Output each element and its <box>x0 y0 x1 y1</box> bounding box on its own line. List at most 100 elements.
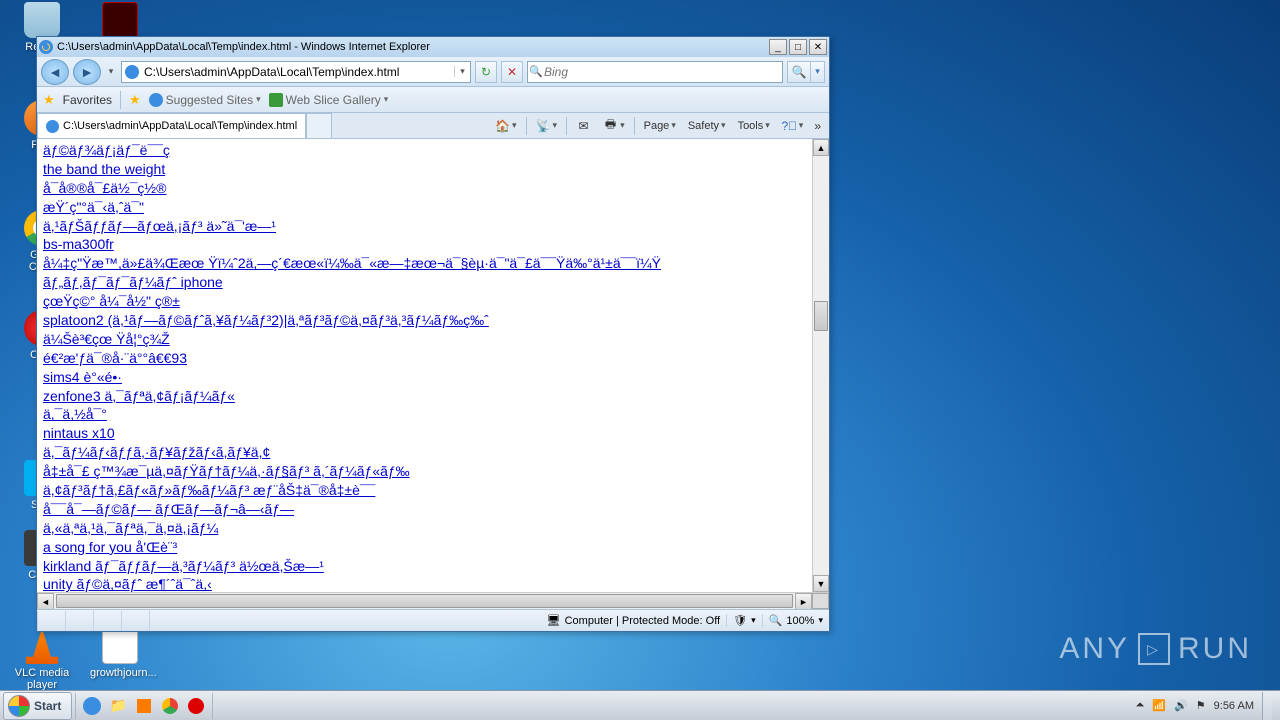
zoom-icon: 🔍 <box>769 614 783 627</box>
tab-favicon <box>46 120 59 133</box>
close-button[interactable]: ✕ <box>809 39 827 55</box>
hscroll-thumb[interactable] <box>56 594 793 608</box>
page-link[interactable]: ä,¢ãƒ³ãƒ†ã,£ãƒ«ãƒ»ãƒ‰ãƒ¼ãƒ³ æƒ¨åŠ‡ä¯®å‡±… <box>43 481 806 500</box>
forward-button[interactable]: ► <box>73 59 101 85</box>
tab-bar: C:\Users\admin\AppData\Local\Temp\index.… <box>37 113 829 139</box>
protected-mode-indicator[interactable]: 🛡▾ <box>726 614 762 627</box>
page-menu[interactable]: Page▾ <box>641 118 679 134</box>
page-link[interactable]: nintaus x10 <box>43 424 806 443</box>
page-link[interactable]: sims4 è°«é•· <box>43 368 806 387</box>
content-area: äƒ©äƒ¾äƒ¡äƒ¯ë¯¯çthe band the weightå¯å®®… <box>37 139 829 592</box>
tab-active[interactable]: C:\Users\admin\AppData\Local\Temp\index.… <box>37 113 306 138</box>
quick-launch: 📁 <box>75 693 213 719</box>
new-tab-button[interactable] <box>306 113 332 138</box>
scroll-right-button[interactable]: ► <box>795 593 812 610</box>
tray-expand-icon[interactable]: ⏶ <box>1136 699 1145 712</box>
refresh-button[interactable]: ↻ <box>475 61 497 83</box>
page-link[interactable]: ä,«ä,ªä,¹ä,¯ãƒªä,¯ä,¤ä,¡ãƒ¼ <box>43 519 806 538</box>
page-link[interactable]: é€²æ'ƒä¯®å·¨ä°°â€€93 <box>43 349 806 368</box>
readmail-button[interactable]: ✉ <box>573 116 594 135</box>
nav-history-dropdown[interactable]: ▾ <box>105 66 117 77</box>
address-dropdown[interactable]: ▾ <box>454 66 470 77</box>
page-link[interactable]: ãƒ„ãƒ,ãƒ¯ãƒ¯ãƒ¼ãƒˆ iphone <box>43 273 806 292</box>
address-input[interactable] <box>142 65 454 79</box>
window-title: C:\Users\admin\AppData\Local\Temp\index.… <box>57 41 769 53</box>
page-link[interactable]: ä,¯ä,½å¯° <box>43 405 806 424</box>
favorites-star-icon[interactable]: ★ <box>43 92 55 108</box>
start-button[interactable]: Start <box>3 692 72 720</box>
page-link[interactable]: a song for you å'Œè¨³ <box>43 538 806 557</box>
ql-vlc[interactable] <box>132 694 156 718</box>
page-link[interactable]: çœŸç©° å¼¯å½" ç®± <box>43 292 806 311</box>
titlebar[interactable]: C:\Users\admin\AppData\Local\Temp\index.… <box>37 37 829 57</box>
scroll-thumb[interactable] <box>814 301 828 331</box>
ql-chrome[interactable] <box>158 694 182 718</box>
zoom-control[interactable]: 🔍100%▾ <box>762 614 829 627</box>
print-button[interactable]: 🖶▾ <box>600 116 628 135</box>
search-provider-icon: 🔍 <box>528 65 544 78</box>
desktop-icon-document[interactable]: growthjourn... <box>90 628 150 679</box>
help-button[interactable]: ?⃝▾ <box>779 116 807 135</box>
ql-opera[interactable] <box>184 694 208 718</box>
help-icon: ?⃝ <box>782 118 797 133</box>
windows-orb-icon <box>8 695 30 717</box>
tray-flag-icon[interactable]: ⚑ <box>1196 699 1206 712</box>
favorites-label[interactable]: Favorites <box>63 93 112 107</box>
page-link[interactable]: ä,¯ãƒ¼ãƒ‹ãƒƒã,·ãƒ¥ãƒžãƒ‹ã,ãƒ¥ä,¢ <box>43 443 806 462</box>
page-link[interactable]: zenfone3 ä,¯ãƒªä,¢ãƒ¡ãƒ¼ãƒ« <box>43 387 806 406</box>
page-link[interactable]: ä¼Šè³€çœ Ÿå¦°ç¾Ž <box>43 330 806 349</box>
security-zone[interactable]: 🖥 Computer | Protected Mode: Off <box>541 614 726 627</box>
page-link[interactable]: unity ãƒ©ä,¤ãƒˆ æ¶´ˆä¯ˆä,‹ <box>43 575 806 592</box>
page-link[interactable]: æŸ´ç"°ä¯‹ä,ˆä¯" <box>43 198 806 217</box>
scroll-up-button[interactable]: ▲ <box>813 139 829 156</box>
ql-explorer[interactable]: 📁 <box>106 694 130 718</box>
scroll-corner <box>812 593 829 609</box>
tools-menu[interactable]: Tools▾ <box>735 118 773 134</box>
maximize-button[interactable]: □ <box>789 39 807 55</box>
page-link[interactable]: the band the weight <box>43 160 806 179</box>
page-link[interactable]: äƒ©äƒ¾äƒ¡äƒ¯ë¯¯ç <box>43 141 806 160</box>
favorites-bar: ★ Favorites ★ Suggested Sites▾ Web Slice… <box>37 87 829 113</box>
show-desktop-button[interactable] <box>1262 692 1272 720</box>
page-link[interactable]: å¯¯å¯—ãƒ©ãƒ— ãƒŒãƒ—ãƒ¬â—‹ãƒ— <box>43 500 806 519</box>
scroll-track[interactable] <box>813 156 829 575</box>
home-button[interactable]: 🏠▾ <box>492 116 520 135</box>
tray-sound-icon[interactable]: 🔊 <box>1174 699 1188 712</box>
tray-clock[interactable]: 9:56 AM <box>1214 700 1254 712</box>
rss-icon: 📡 <box>536 118 551 133</box>
search-input[interactable] <box>544 65 782 79</box>
scroll-left-button[interactable]: ◄ <box>37 593 54 610</box>
toolbar-overflow[interactable]: » <box>812 119 823 133</box>
ie-small-icon <box>149 93 163 107</box>
search-dropdown[interactable]: ▾ <box>811 61 825 83</box>
back-button[interactable]: ◄ <box>41 59 69 85</box>
ql-ie[interactable] <box>80 694 104 718</box>
minimize-button[interactable]: _ <box>769 39 787 55</box>
page-link[interactable]: å¼‡ç"Ÿæ™,ä»£ä¾Œæœ Ÿï¼ˆ2ä,—ç´€æœ«ï¼‰ä¯«æ—… <box>43 254 806 273</box>
web-slice-gallery-button[interactable]: Web Slice Gallery▾ <box>269 93 389 107</box>
page-link[interactable]: å¯å®®å¯£ä½¯ç½® <box>43 179 806 198</box>
search-bar[interactable]: 🔍 <box>527 61 783 83</box>
webslice-icon <box>269 93 283 107</box>
tray-network-icon[interactable]: 📶 <box>1152 699 1166 712</box>
scroll-down-button[interactable]: ▼ <box>813 575 829 592</box>
page-link[interactable]: ä,¹ãƒŠãƒƒãƒ—ãƒœä,¡ãƒ³ ä»˜ä¯'æ—¹ <box>43 217 806 236</box>
page-icon <box>125 65 139 79</box>
rss-button[interactable]: 📡▾ <box>533 116 561 135</box>
safety-menu[interactable]: Safety▾ <box>685 118 729 134</box>
mail-icon: ✉ <box>576 118 591 133</box>
suggested-sites-button[interactable]: Suggested Sites▾ <box>149 93 261 107</box>
horizontal-scrollbar[interactable]: ◄ ► <box>37 592 829 609</box>
stop-button[interactable]: ✕ <box>501 61 523 83</box>
page-link[interactable]: å‡±å¯£ ç™¾æ¯µä,¤ãƒŸãƒ†ãƒ¼ä,·ãƒ§ãƒ³ ã,´ãƒ… <box>43 462 806 481</box>
page-link[interactable]: splatoon2 (ä,¹ãƒ—ãƒ©ãƒˆã,¥ãƒ¼ãƒ³2)|ä,ªãƒ… <box>43 311 806 330</box>
page-link[interactable]: bs-ma300fr <box>43 235 806 254</box>
anyrun-watermark: ANY ▷ RUN <box>1059 632 1252 666</box>
add-favorite-icon[interactable]: ★ <box>129 92 141 108</box>
address-bar[interactable]: ▾ <box>121 61 471 83</box>
ie-icon <box>39 40 53 54</box>
page-link[interactable]: kirkland ãƒ¯ãƒƒãƒ—ä,³ãƒ¼ãƒ³ ä½œä,Šæ—¹ <box>43 557 806 576</box>
vertical-scrollbar[interactable]: ▲ ▼ <box>812 139 829 592</box>
search-button[interactable]: 🔍 <box>787 61 811 83</box>
desktop-icon-vlc[interactable]: VLC media player <box>12 628 72 691</box>
